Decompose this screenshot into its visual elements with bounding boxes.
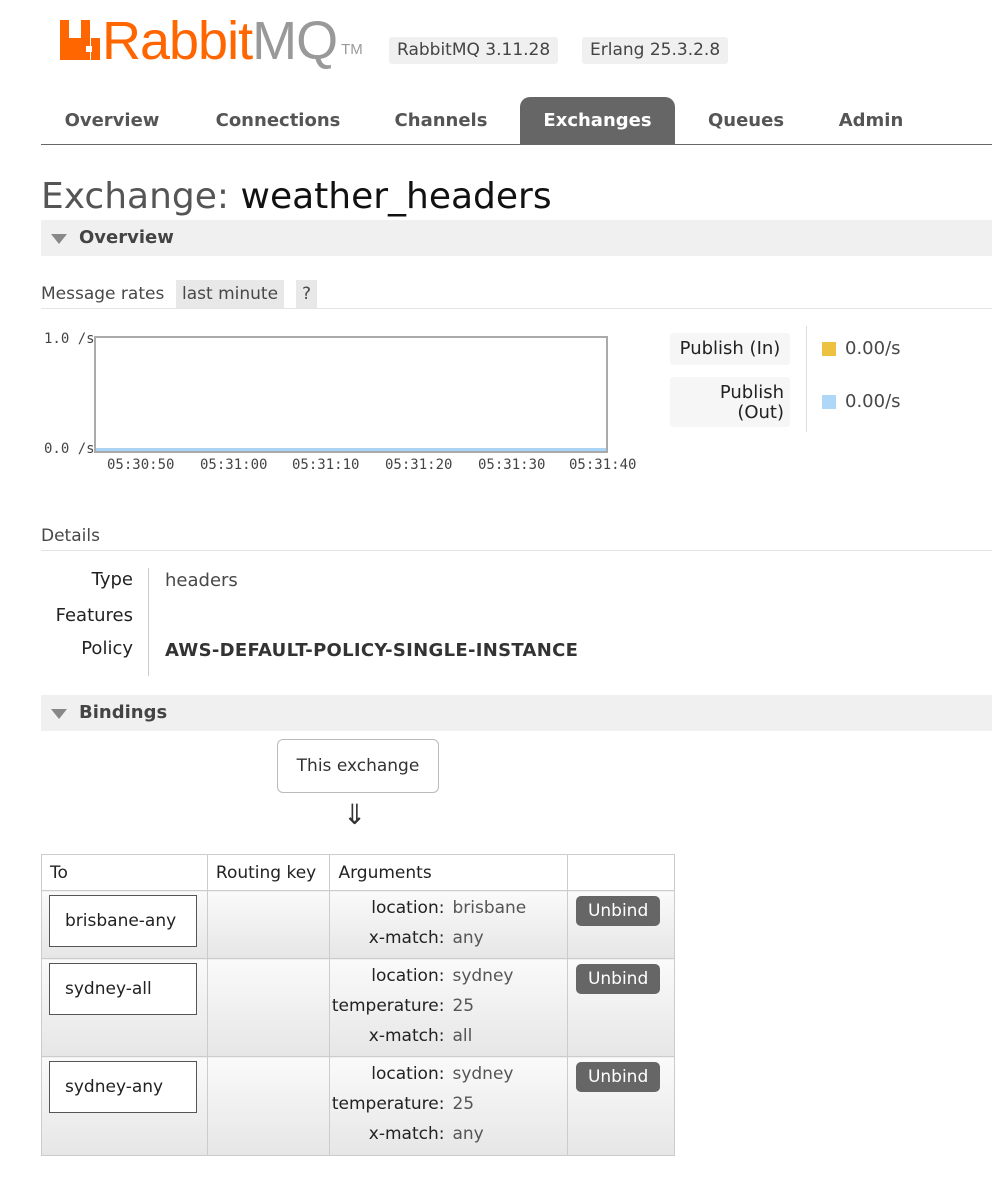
page-title: Exchange: weather_headers [41, 174, 552, 220]
exchange-name: weather_headers [240, 176, 552, 217]
routing-key-cell [206, 1056, 331, 1156]
column-header-routing-key: Routing key [206, 854, 331, 891]
details-divider [148, 568, 149, 676]
y-tick-label: 0.0 /s [44, 441, 95, 457]
table-row: sydney-any location: sydney temperature: 2… [41, 1056, 675, 1156]
tab-overview[interactable]: Overview [41, 97, 183, 144]
tab-exchanges[interactable]: Exchanges [520, 97, 675, 144]
rabbitmq-version-badge: RabbitMQ 3.11.28 [389, 37, 559, 64]
publish-out-series-line [96, 448, 606, 451]
table-row: brisbane-any location: brisbane x-match: a… [41, 890, 675, 959]
unbind-button[interactable]: Unbind [576, 964, 661, 994]
collapse-triangle-icon [51, 234, 67, 244]
binding-arguments: location: brisbane x-match: any [368, 898, 527, 948]
publish-in-rate: 0.00/s [822, 338, 901, 359]
detail-key-type: Type [91, 569, 133, 590]
legend-publish-out[interactable]: Publish (Out) [670, 377, 790, 427]
details-title: Details [41, 526, 100, 546]
message-rates-label: Message rates [41, 284, 165, 304]
rate-range-selector[interactable]: last minute [176, 280, 285, 308]
detail-value-type: headers [165, 570, 238, 591]
column-header-arguments: Arguments [329, 854, 569, 891]
detail-key-policy: Policy [81, 638, 133, 659]
publish-out-rate: 0.00/s [822, 391, 901, 412]
help-button[interactable]: ? [296, 280, 318, 308]
tab-channels[interactable]: Channels [374, 97, 508, 144]
column-header-actions [567, 854, 675, 891]
binding-destination-link[interactable]: brisbane-any [49, 895, 197, 947]
x-tick-label: 05:31:20 [385, 457, 453, 473]
x-tick-label: 05:31:00 [200, 457, 268, 473]
message-rates-header: Message rates last minute ? [41, 280, 992, 309]
main-nav-tabs: Overview Connections Channels Exchanges … [41, 97, 992, 145]
tab-queues[interactable]: Queues [687, 97, 805, 144]
binding-arguments: location: sydney temperature: 25 x-match: a… [331, 1064, 514, 1144]
tab-connections[interactable]: Connections [192, 97, 364, 144]
detail-value-policy[interactable]: AWS-DEFAULT-POLICY-SINGLE-INSTANCE [165, 640, 578, 661]
rabbitmq-logo[interactable]: RabbitMQ TM [58, 8, 363, 68]
bindings-section-header[interactable]: Bindings [41, 695, 992, 731]
routing-key-cell [206, 890, 331, 959]
chart-legend: Publish (In) Publish (Out) [670, 326, 807, 432]
unbind-button[interactable]: Unbind [576, 1062, 661, 1092]
overview-section-title: Overview [79, 227, 174, 248]
message-rates-chart [94, 336, 608, 453]
binding-destination-link[interactable]: sydney-any [49, 1061, 197, 1113]
binding-arguments: location: sydney temperature: 25 x-match: a… [331, 966, 514, 1046]
overview-section-header[interactable]: Overview [41, 220, 992, 256]
y-tick-label: 1.0 /s [44, 331, 95, 347]
legend-publish-in[interactable]: Publish (In) [670, 333, 790, 365]
table-header-row: To Routing key Arguments [41, 854, 675, 891]
unbind-button[interactable]: Unbind [576, 896, 661, 926]
tab-admin[interactable]: Admin [817, 97, 925, 144]
x-tick-label: 05:31:10 [292, 457, 360, 473]
publish-in-swatch [822, 341, 836, 356]
x-tick-label: 05:31:40 [569, 457, 637, 473]
publish-out-swatch [822, 394, 836, 409]
down-arrow-icon: ⇓ [343, 798, 367, 831]
trademark: TM [341, 41, 363, 58]
column-header-to: To [41, 854, 208, 891]
bindings-table: To Routing key Arguments brisbane-any lo… [41, 854, 675, 1156]
rabbit-logo-icon [60, 20, 100, 60]
brand-name: RabbitMQ [102, 11, 338, 71]
detail-key-features: Features [55, 605, 133, 626]
x-tick-label: 05:31:30 [478, 457, 546, 473]
page-title-label: Exchange: [41, 176, 230, 217]
bindings-section-title: Bindings [79, 702, 168, 723]
routing-key-cell [206, 958, 331, 1057]
erlang-version-badge: Erlang 25.3.2.8 [582, 37, 729, 64]
collapse-triangle-icon [51, 709, 67, 719]
details-header: Details [41, 522, 992, 551]
this-exchange-box: This exchange [277, 739, 439, 793]
binding-destination-link[interactable]: sydney-all [49, 963, 197, 1015]
x-tick-label: 05:30:50 [107, 457, 175, 473]
table-row: sydney-all location: sydney temperature: 2… [41, 958, 675, 1057]
